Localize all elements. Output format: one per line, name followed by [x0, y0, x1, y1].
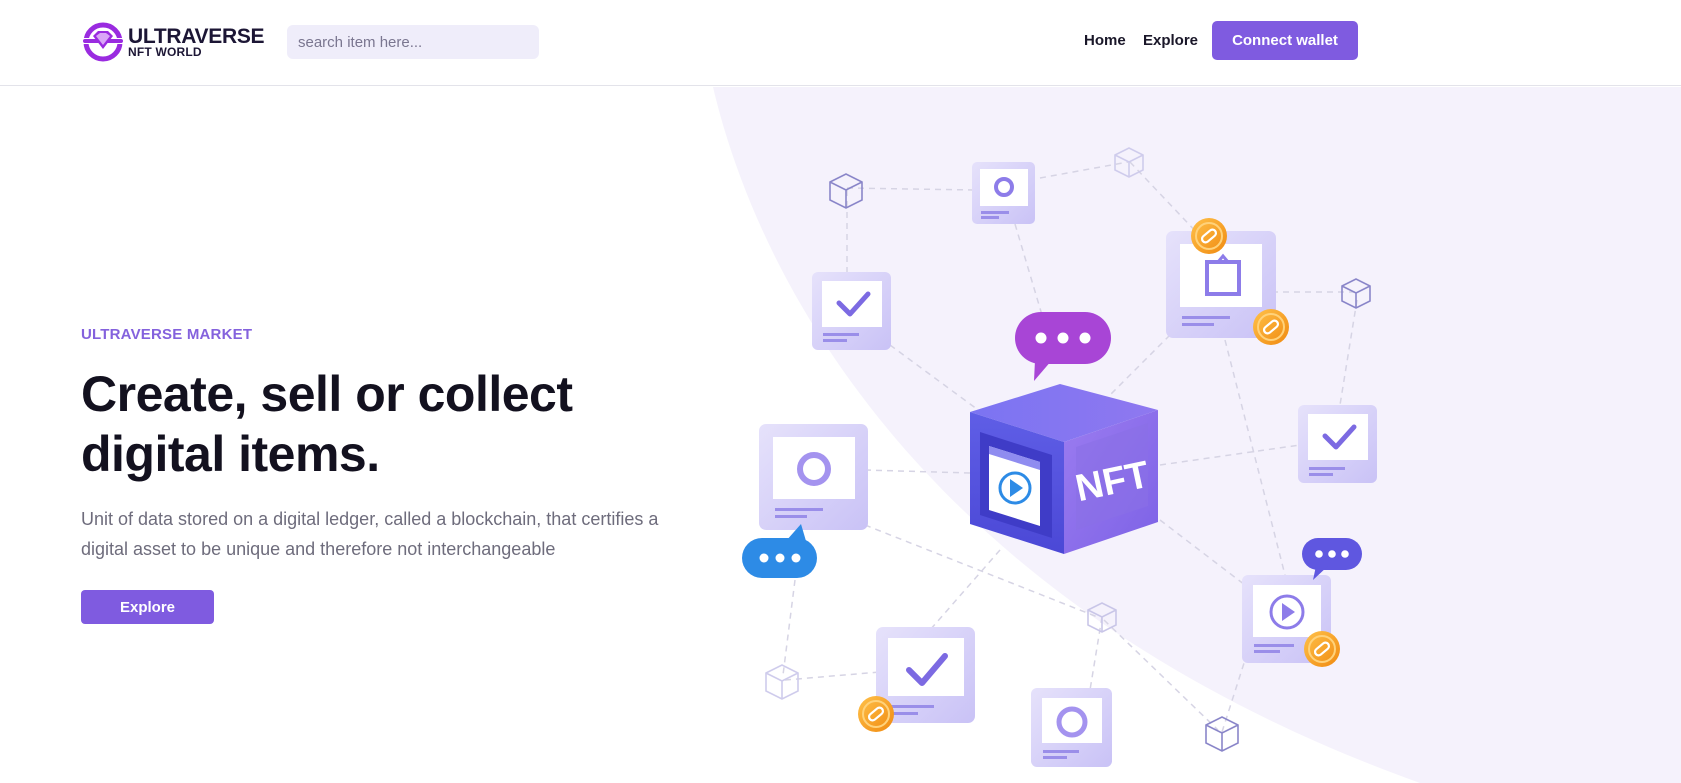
search-input[interactable]	[287, 25, 539, 59]
nft-cube-icon: NFT	[970, 384, 1158, 554]
card-check-left	[812, 272, 891, 350]
diamond-logo-icon	[81, 22, 125, 62]
card-circle-left	[759, 424, 868, 530]
top-navbar: ULTRAVERSE NFT WORLD Home Explore Connec…	[0, 0, 1681, 86]
nav-home-link[interactable]: Home	[1084, 32, 1126, 49]
card-circle-top	[972, 162, 1035, 224]
brand-name: ULTRAVERSE	[128, 25, 265, 48]
card-circle-bottom	[1031, 688, 1112, 767]
chat-bubble-blue-icon	[742, 524, 817, 578]
brand-logo[interactable]: ULTRAVERSE NFT WORLD	[81, 22, 265, 62]
chat-bubble-indigo-icon	[1302, 538, 1362, 580]
nft-network-illustration: NFT	[742, 147, 1377, 767]
card-check-right	[1298, 405, 1377, 483]
connect-wallet-button[interactable]: Connect wallet	[1212, 21, 1358, 60]
nav-explore-link[interactable]: Explore	[1143, 32, 1198, 49]
chat-bubble-purple-icon	[1015, 312, 1111, 381]
